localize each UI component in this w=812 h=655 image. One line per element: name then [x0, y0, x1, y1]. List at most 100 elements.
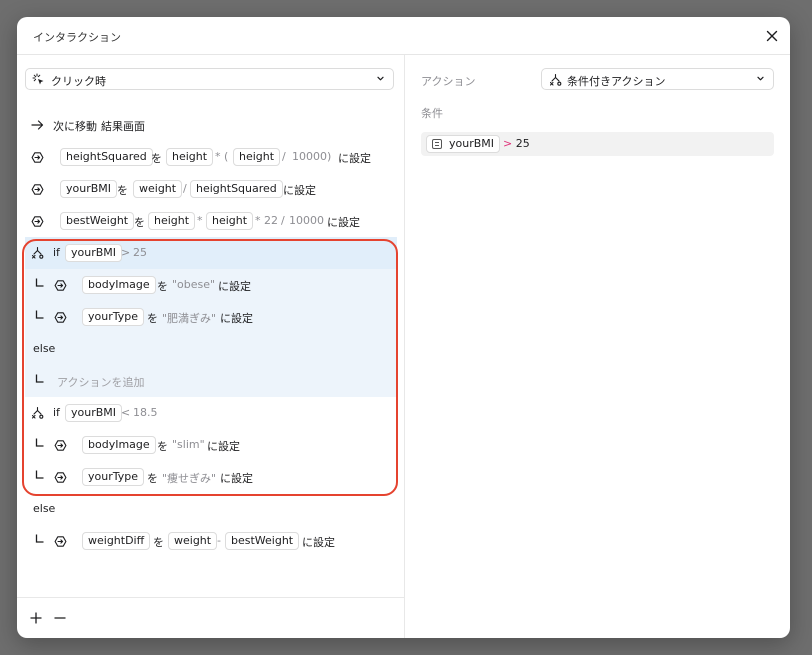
branch-corner-icon [35, 438, 44, 448]
variable-icon [432, 139, 442, 149]
number-literal[interactable]: 18.5 [133, 406, 158, 419]
condition-value: 25 [515, 137, 530, 150]
string-literal[interactable]: "obese" [172, 278, 215, 291]
plus-icon[interactable] [29, 611, 43, 625]
action-row-set-yourtype[interactable]: yourType を "肥満ぎみ" に設定 [25, 301, 397, 333]
cursor-click-icon [32, 73, 44, 85]
navigate-target: 結果画面 [101, 120, 145, 133]
variable-chip[interactable]: yourBMI [60, 180, 118, 198]
action-row-set-bodyimage[interactable]: bodyImage を "obese" に設定 [25, 269, 397, 301]
chevron-down-icon [757, 76, 764, 81]
variable-chip[interactable]: yourType [82, 308, 144, 326]
string-literal[interactable]: "肥満ぎみ" [162, 310, 216, 326]
set-variable-icon [54, 439, 67, 452]
else-row[interactable]: else [25, 333, 397, 365]
set-suffix: に設定 [220, 312, 253, 325]
set-variable-icon [54, 311, 67, 324]
wo-particle: を [157, 280, 168, 293]
set-variable-icon [54, 535, 67, 548]
number-literal[interactable]: 10000 [292, 150, 327, 163]
add-action-placeholder[interactable]: アクションを追加 [57, 374, 144, 390]
paren-close: ) [327, 150, 332, 163]
condition-variable-name: yourBMI [449, 137, 495, 150]
operator: - [217, 534, 221, 547]
operand-chip[interactable]: height [166, 148, 214, 166]
variable-chip[interactable]: yourBMI [65, 404, 123, 422]
else-row[interactable]: else [25, 493, 397, 525]
condition-row[interactable]: yourBMI > 25 [421, 132, 774, 156]
operator: / [281, 214, 285, 227]
set-variable-icon [31, 151, 44, 164]
condition-label: 条件 [421, 107, 443, 120]
action-row-set-weightdiff[interactable]: weightDiff を weight - bestWeight に設定 [25, 525, 397, 557]
wo-particle: を [157, 440, 168, 453]
wo-particle: を [117, 184, 128, 197]
set-suffix: に設定 [327, 216, 360, 229]
operand-chip[interactable]: bestWeight [225, 532, 300, 550]
condition-expression[interactable]: > 25 [503, 137, 530, 150]
variable-chip[interactable]: yourBMI [65, 244, 123, 262]
number-literal[interactable]: 25 [133, 246, 147, 259]
operand-chip[interactable]: height [233, 148, 281, 166]
set-variable-icon [31, 215, 44, 228]
operator: * [197, 214, 203, 227]
paren-open: ( [224, 150, 229, 163]
interaction-dialog: インタラクション クリック時 次に移動 結果画面 heightSquared を… [17, 17, 790, 638]
variable-chip[interactable]: heightSquared [60, 148, 153, 166]
set-suffix: に設定 [207, 440, 240, 453]
if-keyword: if [53, 406, 60, 419]
action-row-if-yourbmi-gt-25[interactable]: if yourBMI > 25 [25, 237, 397, 269]
number-literal[interactable]: 10000 [289, 214, 324, 227]
string-literal[interactable]: "痩せぎみ" [162, 470, 216, 486]
variable-chip[interactable]: yourType [82, 468, 144, 486]
arrow-right-icon [31, 120, 44, 130]
action-row-set-bestweight[interactable]: bestWeight を height * height * 22 / 1000… [25, 205, 397, 237]
action-type-select[interactable]: 条件付きアクション [541, 68, 774, 90]
else-keyword: else [33, 502, 56, 515]
set-suffix: に設定 [302, 536, 335, 549]
operand-chip[interactable]: height [206, 212, 254, 230]
operator: * [215, 150, 221, 163]
wo-particle: を [147, 312, 158, 325]
set-variable-icon [54, 471, 67, 484]
variable-chip[interactable]: bodyImage [82, 436, 156, 454]
wo-particle: を [153, 536, 164, 549]
action-row-set-yourtype[interactable]: yourType を "痩せぎみ" に設定 [25, 461, 397, 493]
action-row-set-yourbmi[interactable]: yourBMI を weight / heightSquared に設定 [25, 173, 397, 205]
branch-corner-icon [35, 534, 44, 544]
dialog-header: インタラクション [17, 17, 790, 55]
if-keyword: if [53, 246, 60, 259]
operand-chip[interactable]: heightSquared [190, 180, 283, 198]
variable-chip[interactable]: bestWeight [60, 212, 135, 230]
conditional-icon [31, 406, 44, 419]
branch-corner-icon [35, 278, 44, 288]
operand-chip[interactable]: weight [133, 180, 183, 198]
trigger-select[interactable]: クリック時 [25, 68, 394, 90]
string-literal[interactable]: "slim" [172, 438, 205, 451]
panel-divider [404, 55, 405, 638]
footer-divider [17, 597, 404, 598]
variable-chip[interactable]: weightDiff [82, 532, 151, 550]
variable-chip[interactable]: bodyImage [82, 276, 156, 294]
action-row-if-yourbmi-lt-18-5[interactable]: if yourBMI < 18.5 [25, 397, 397, 429]
conditional-icon [549, 73, 562, 86]
minus-icon[interactable] [53, 611, 67, 625]
set-variable-icon [54, 279, 67, 292]
close-icon[interactable] [762, 26, 782, 46]
set-suffix: に設定 [338, 152, 371, 165]
action-type-value: 条件付きアクション [567, 75, 666, 88]
action-row-set-heightsquared[interactable]: heightSquared を height * ( height / 1000… [25, 141, 397, 173]
condition-variable-chip[interactable]: yourBMI [426, 135, 501, 153]
number-literal[interactable]: 22 [264, 214, 278, 227]
operand-chip[interactable]: weight [168, 532, 218, 550]
comparison-operator: < [121, 406, 131, 419]
action-label: アクション [421, 75, 476, 88]
dialog-title: インタラクション [33, 31, 121, 44]
operand-chip[interactable]: height [148, 212, 196, 230]
action-row-navigate[interactable]: 次に移動 結果画面 [25, 109, 397, 141]
add-action-row[interactable]: アクションを追加 [25, 365, 397, 397]
action-row-set-bodyimage[interactable]: bodyImage を "slim" に設定 [25, 429, 397, 461]
set-variable-icon [31, 183, 44, 196]
set-suffix: に設定 [283, 184, 316, 197]
condition-operator: > [503, 137, 513, 150]
